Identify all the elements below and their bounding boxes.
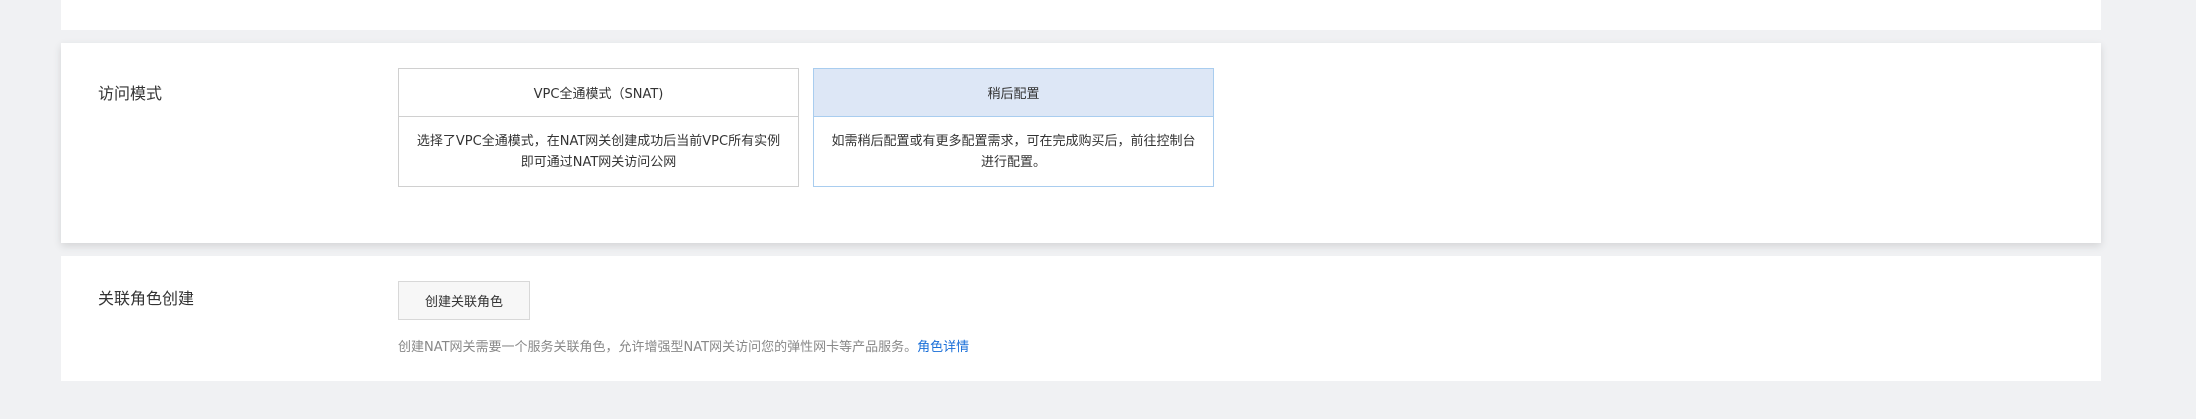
option-vpc-snat[interactable]: VPC全通模式（SNAT) 选择了VPC全通模式，在NAT网关创建成功后当前VP… — [398, 68, 799, 187]
option-configure-later[interactable]: 稍后配置 如需稍后配置或有更多配置需求，可在完成购买后，前往控制台进行配置。 — [813, 68, 1214, 187]
role-details-link[interactable]: 角色详情 — [917, 340, 969, 355]
option-title: VPC全通模式（SNAT) — [399, 69, 798, 117]
access-mode-label: 访问模式 — [98, 84, 163, 103]
option-desc: 如需稍后配置或有更多配置需求，可在完成购买后，前往控制台进行配置。 — [831, 134, 1196, 170]
role-description: 创建NAT网关需要一个服务关联角色，允许增强型NAT网关访问您的弹性网卡等产品服… — [398, 336, 969, 355]
option-desc: 选择了VPC全通模式，在NAT网关创建成功后当前VPC所有实例即可通过NAT网关… — [416, 134, 781, 170]
previous-section-card — [61, 0, 2101, 30]
role-creation-label: 关联角色创建 — [98, 289, 195, 308]
role-desc-text: 创建NAT网关需要一个服务关联角色，允许增强型NAT网关访问您的弹性网卡等产品服… — [398, 340, 918, 355]
option-title: 稍后配置 — [814, 69, 1213, 117]
access-mode-section: 访问模式 VPC全通模式（SNAT) 选择了VPC全通模式，在NAT网关创建成功… — [61, 43, 2101, 243]
create-role-button[interactable]: 创建关联角色 — [398, 281, 530, 320]
role-creation-section: 关联角色创建 创建关联角色 创建NAT网关需要一个服务关联角色，允许增强型NAT… — [61, 256, 2101, 381]
